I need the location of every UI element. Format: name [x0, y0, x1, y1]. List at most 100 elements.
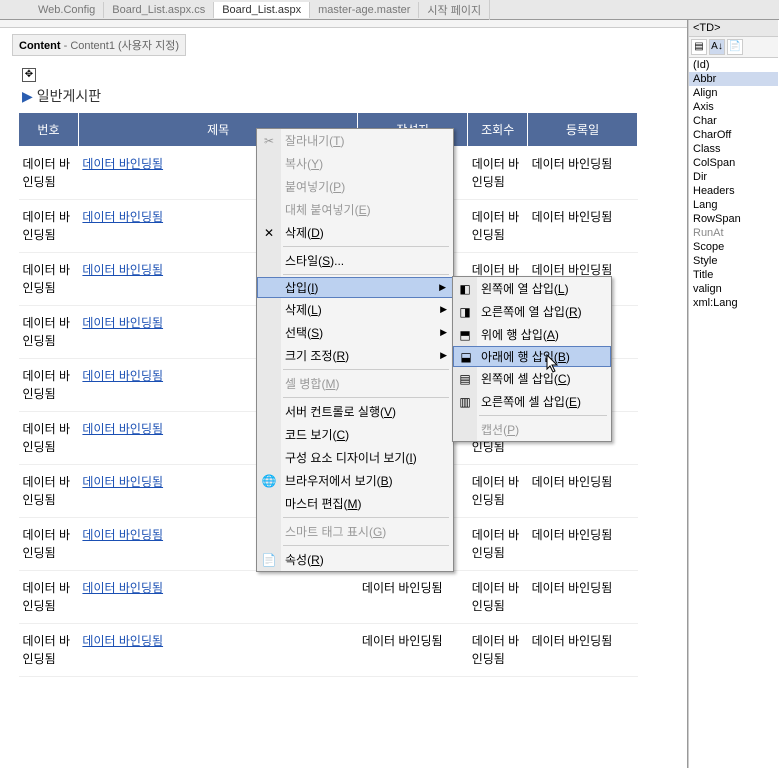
databound-link[interactable]: 데이터 바인딩됨: [82, 369, 163, 383]
table-cell[interactable]: 데이터 바인딩됨: [78, 571, 357, 624]
databound-link[interactable]: 데이터 바인딩됨: [82, 157, 163, 171]
menu-item[interactable]: ▤왼쪽에 셀 삽입(C): [453, 367, 611, 390]
board-title: ▶일반게시판: [22, 86, 687, 106]
context-submenu-insert[interactable]: ◧왼쪽에 열 삽입(L)◨오른쪽에 열 삽입(R)⬒위에 행 삽입(A)⬓아래에…: [452, 276, 612, 442]
doc-tab[interactable]: Board_List.aspx: [214, 2, 310, 18]
categorized-icon[interactable]: ▤: [691, 39, 707, 55]
databound-link[interactable]: 데이터 바인딩됨: [82, 475, 163, 489]
menu-item[interactable]: ◨오른쪽에 열 삽입(R): [453, 300, 611, 323]
databound-link[interactable]: 데이터 바인딩됨: [82, 634, 163, 648]
menu-item[interactable]: 스타일(S)...: [257, 249, 453, 272]
property-row[interactable]: (Id): [689, 58, 778, 72]
property-row[interactable]: Dir: [689, 170, 778, 184]
menu-item: 스마트 태그 표시(G): [257, 520, 453, 543]
move-handle-icon[interactable]: ✥: [22, 68, 36, 82]
table-cell[interactable]: 데이터 바인딩됨: [19, 253, 79, 306]
table-cell[interactable]: 데이터 바인딩됨: [528, 571, 638, 624]
menu-item[interactable]: 삽입(I)▶: [257, 277, 453, 298]
property-row[interactable]: RowSpan: [689, 212, 778, 226]
menu-item[interactable]: 📄속성(R): [257, 548, 453, 571]
table-cell[interactable]: 데이터 바인딩됨: [78, 624, 357, 677]
menu-item[interactable]: 선택(S)▶: [257, 321, 453, 344]
property-row[interactable]: Abbr: [689, 72, 778, 86]
property-row[interactable]: Axis: [689, 100, 778, 114]
property-row[interactable]: xml:Lang: [689, 296, 778, 310]
databound-link[interactable]: 데이터 바인딩됨: [82, 581, 163, 595]
table-cell[interactable]: 데이터 바인딩됨: [468, 200, 528, 253]
menu-item[interactable]: ▥오른쪽에 셀 삽입(E): [453, 390, 611, 413]
property-row[interactable]: Align: [689, 86, 778, 100]
doc-tab[interactable]: Board_List.aspx.cs: [104, 2, 214, 18]
menu-item[interactable]: 구성 요소 디자이너 보기(I): [257, 446, 453, 469]
table-cell[interactable]: 데이터 바인딩됨: [468, 518, 528, 571]
property-row[interactable]: Class: [689, 142, 778, 156]
menu-item[interactable]: ⬒위에 행 삽입(A): [453, 323, 611, 346]
menu-item[interactable]: ✕삭제(D): [257, 221, 453, 244]
databound-link[interactable]: 데이터 바인딩됨: [82, 263, 163, 277]
databound-link[interactable]: 데이터 바인딩됨: [82, 316, 163, 330]
databound-link[interactable]: 데이터 바인딩됨: [82, 528, 163, 542]
menu-item: 셀 병합(M): [257, 372, 453, 395]
table-cell[interactable]: 데이터 바인딩됨: [19, 518, 79, 571]
property-row[interactable]: ColSpan: [689, 156, 778, 170]
menu-item[interactable]: 크기 조정(R)▶: [257, 344, 453, 367]
table-cell[interactable]: 데이터 바인딩됨: [358, 571, 468, 624]
workspace: Content - Content1 (사용자 지정) ✥ ▶일반게시판 번호제…: [0, 20, 779, 768]
table-cell[interactable]: 데이터 바인딩됨: [19, 624, 79, 677]
menu-icon: 📄: [261, 552, 277, 568]
design-surface[interactable]: Content - Content1 (사용자 지정) ✥ ▶일반게시판 번호제…: [0, 20, 688, 768]
table-cell[interactable]: 데이터 바인딩됨: [528, 465, 638, 518]
table-cell[interactable]: 데이터 바인딩됨: [19, 359, 79, 412]
menu-item[interactable]: 🌐브라우저에서 보기(B): [257, 469, 453, 492]
table-row[interactable]: 데이터 바인딩됨데이터 바인딩됨데이터 바인딩됨데이터 바인딩됨데이터 바인딩됨: [19, 571, 638, 624]
table-cell[interactable]: 데이터 바인딩됨: [468, 624, 528, 677]
properties-icon[interactable]: 📄: [727, 39, 743, 55]
property-row[interactable]: Style: [689, 254, 778, 268]
table-cell[interactable]: 데이터 바인딩됨: [19, 306, 79, 359]
menu-item[interactable]: ◧왼쪽에 열 삽입(L): [453, 277, 611, 300]
submenu-arrow-icon: ▶: [439, 282, 446, 293]
table-cell[interactable]: 데이터 바인딩됨: [358, 624, 468, 677]
properties-panel[interactable]: <TD> ▤ A↓ 📄 (Id)AbbrAlignAxisCharCharOff…: [688, 20, 778, 768]
doc-tab[interactable]: Web.Config: [30, 2, 104, 18]
menu-item[interactable]: 마스터 편집(M): [257, 492, 453, 515]
table-cell[interactable]: 데이터 바인딩됨: [19, 571, 79, 624]
table-cell[interactable]: 데이터 바인딩됨: [528, 200, 638, 253]
property-row[interactable]: Scope: [689, 240, 778, 254]
menu-item[interactable]: ⬓아래에 행 삽입(B): [453, 346, 611, 367]
menu-separator: [283, 397, 449, 398]
menu-item[interactable]: 서버 컨트롤로 실행(V): [257, 400, 453, 423]
menu-icon: 🌐: [261, 473, 277, 489]
table-cell[interactable]: 데이터 바인딩됨: [468, 147, 528, 200]
table-cell[interactable]: 데이터 바인딩됨: [528, 147, 638, 200]
table-cell[interactable]: 데이터 바인딩됨: [468, 465, 528, 518]
property-row[interactable]: Lang: [689, 198, 778, 212]
content-tag[interactable]: Content - Content1 (사용자 지정): [12, 34, 186, 56]
property-row[interactable]: Char: [689, 114, 778, 128]
databound-link[interactable]: 데이터 바인딩됨: [82, 210, 163, 224]
property-row[interactable]: Headers: [689, 184, 778, 198]
property-row[interactable]: CharOff: [689, 128, 778, 142]
table-cell[interactable]: 데이터 바인딩됨: [528, 624, 638, 677]
submenu-arrow-icon: ▶: [440, 304, 447, 315]
table-cell[interactable]: 데이터 바인딩됨: [468, 571, 528, 624]
databound-link[interactable]: 데이터 바인딩됨: [82, 422, 163, 436]
table-cell[interactable]: 데이터 바인딩됨: [528, 518, 638, 571]
property-row[interactable]: valign: [689, 282, 778, 296]
table-cell[interactable]: 데이터 바인딩됨: [19, 200, 79, 253]
table-row[interactable]: 데이터 바인딩됨데이터 바인딩됨데이터 바인딩됨데이터 바인딩됨데이터 바인딩됨: [19, 624, 638, 677]
menu-item[interactable]: 코드 보기(C): [257, 423, 453, 446]
menu-icon: ⬒: [457, 327, 473, 343]
table-cell[interactable]: 데이터 바인딩됨: [19, 412, 79, 465]
table-cell[interactable]: 데이터 바인딩됨: [19, 465, 79, 518]
table-cell[interactable]: 데이터 바인딩됨: [19, 147, 79, 200]
property-row[interactable]: RunAt: [689, 226, 778, 240]
menu-item[interactable]: 삭제(L)▶: [257, 298, 453, 321]
properties-toolbar[interactable]: ▤ A↓ 📄: [689, 37, 778, 58]
context-menu[interactable]: ✂잘라내기(T)복사(Y)붙여넣기(P)대체 붙여넣기(E)✕삭제(D)스타일(…: [256, 128, 454, 572]
submenu-arrow-icon: ▶: [440, 327, 447, 338]
property-row[interactable]: Title: [689, 268, 778, 282]
doc-tab[interactable]: 시작 페이지: [419, 0, 490, 20]
alpha-sort-icon[interactable]: A↓: [709, 39, 725, 55]
doc-tab[interactable]: master-age.master: [310, 2, 419, 18]
